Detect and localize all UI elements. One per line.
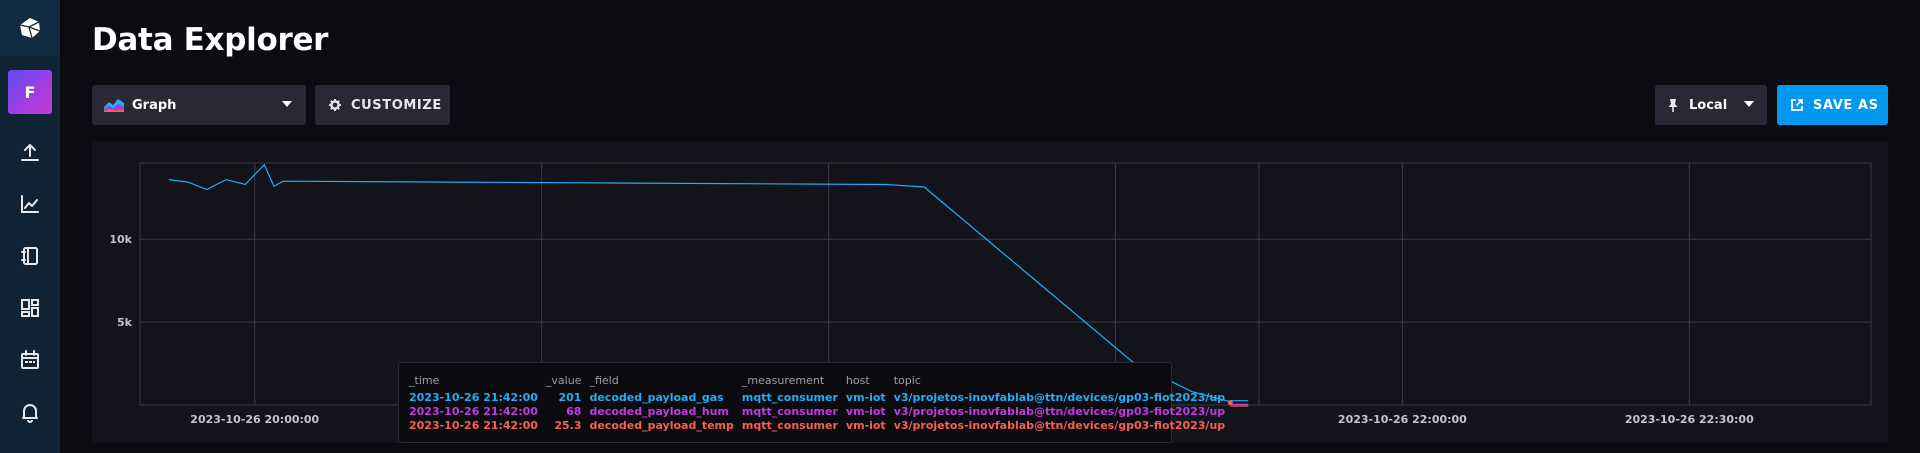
tooltip-cell-measurement: mqtt_consumer: [741, 419, 838, 432]
save-as-button[interactable]: SAVE AS: [1777, 85, 1888, 125]
tooltip-cell-host: vm-iot: [845, 391, 886, 404]
notebook-icon: [21, 247, 38, 265]
tooltip-header-host: host: [845, 374, 870, 387]
tooltip-table: _time _value _field _measurement host to…: [409, 374, 1233, 433]
bell-icon: [22, 404, 38, 423]
x-tick-label: 2023-10-26 22:00:00: [1338, 413, 1467, 426]
tooltip-cell-time: 2023-10-26 21:42:00: [409, 405, 538, 418]
cube-logo-icon: [19, 18, 41, 39]
tooltip-cell-host: vm-iot: [845, 419, 886, 432]
sidebar-item-alerts[interactable]: [15, 397, 45, 427]
save-as-label: SAVE AS: [1813, 97, 1879, 113]
tooltip-cell-host: vm-iot: [845, 405, 886, 418]
graph-icon: [21, 195, 39, 213]
customize-button[interactable]: CUSTOMIZE: [315, 85, 450, 125]
timezone-label: Local: [1689, 97, 1728, 113]
tooltip-cell-value: 25.3: [554, 419, 582, 432]
gear-icon: [329, 99, 341, 111]
visualization-type-label: Graph: [132, 97, 177, 113]
sidebar-item-dashboards[interactable]: [15, 293, 45, 323]
tooltip-cell-topic: v3/projetos-inovfablab@ttn/devices/gp03-…: [893, 419, 1226, 432]
tooltip-cell-topic: v3/projetos-inovfablab@ttn/devices/gp03-…: [893, 405, 1226, 418]
graph-type-icon: [104, 99, 124, 112]
export-icon: [1791, 99, 1803, 111]
tooltip-header-row: _time _value _field _measurement host to…: [409, 374, 1233, 391]
tooltip-cell-time: 2023-10-26 21:42:00: [409, 391, 538, 404]
tooltip-row: 2023-10-26 21:42:00 68 decoded_payload_hum…: [409, 405, 1233, 419]
page-title: Data Explorer: [92, 22, 329, 58]
customize-label: CUSTOMIZE: [351, 97, 442, 113]
org-initial: F: [24, 82, 36, 102]
y-tick-label: 5k: [117, 316, 133, 329]
tooltip-row: 2023-10-26 21:42:00 201 decoded_payload_ga…: [409, 391, 1233, 405]
influx-logo[interactable]: [0, 0, 60, 56]
tooltip-header-measurement: _measurement: [741, 374, 825, 387]
sidebar: F: [0, 0, 60, 453]
tooltip-header-time: _time: [409, 374, 440, 387]
org-avatar[interactable]: F: [8, 70, 52, 114]
tooltip-header-value: _value: [545, 374, 582, 387]
tooltip-cell-field: decoded_payload_gas: [589, 391, 724, 404]
y-tick-label: 10k: [109, 233, 132, 246]
timezone-dropdown[interactable]: Local: [1655, 85, 1767, 125]
tooltip-cell-value: 68: [566, 405, 582, 418]
chevron-down-icon: [282, 101, 292, 107]
tooltip-row: 2023-10-26 21:42:00 25.3 decoded_payload_t…: [409, 419, 1233, 433]
tooltip-header-field: _field: [589, 374, 619, 387]
tooltip-cell-time: 2023-10-26 21:42:00: [409, 419, 538, 432]
tooltip-cell-topic: v3/projetos-inovfablab@ttn/devices/gp03-…: [893, 391, 1226, 404]
tooltip-cell-measurement: mqtt_consumer: [741, 391, 838, 404]
dashboards-icon: [21, 299, 39, 317]
graph-tooltip: _time _value _field _measurement host to…: [398, 362, 1225, 443]
sidebar-item-tasks[interactable]: [15, 345, 45, 375]
pin-icon: [1668, 98, 1678, 112]
sidebar-item-notebooks[interactable]: [15, 241, 45, 271]
tooltip-cell-field: decoded_payload_temp: [589, 419, 734, 432]
calendar-icon: [21, 350, 39, 369]
upload-icon: [21, 144, 39, 161]
chevron-down-icon: [1744, 101, 1754, 107]
x-tick-label: 2023-10-26 20:00:00: [190, 413, 319, 426]
tooltip-header-topic: topic: [893, 374, 921, 387]
sidebar-item-data-explorer[interactable]: [15, 189, 45, 219]
tooltip-cell-measurement: mqtt_consumer: [741, 405, 838, 418]
sidebar-item-load-data[interactable]: [15, 137, 45, 167]
tooltip-cell-field: decoded_payload_hum: [589, 405, 729, 418]
tooltip-cell-value: 201: [558, 391, 582, 404]
visualization-type-dropdown[interactable]: Graph: [92, 85, 306, 125]
x-tick-label: 2023-10-26 22:30:00: [1625, 413, 1754, 426]
